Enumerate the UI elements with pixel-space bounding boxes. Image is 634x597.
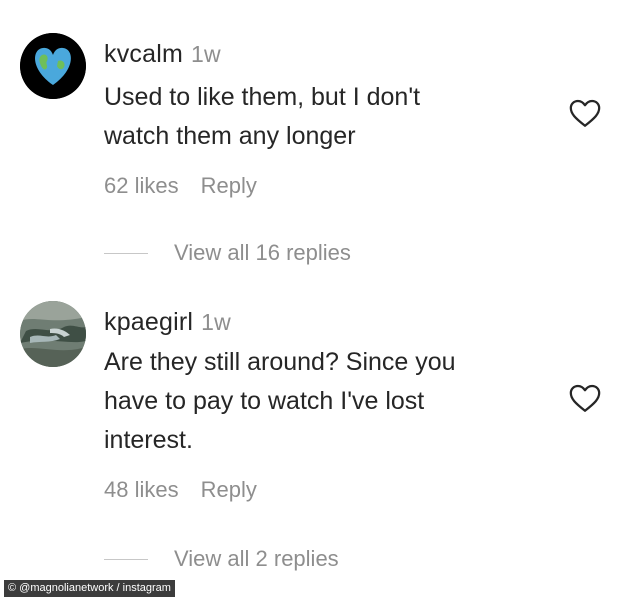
username-text[interactable]: kpaegirl bbox=[104, 308, 193, 336]
likes-count[interactable]: 48 likes bbox=[104, 477, 179, 502]
reply-button[interactable]: Reply bbox=[201, 173, 257, 198]
comment-line: watch them any longer bbox=[104, 122, 356, 150]
view-replies-button[interactable]: View all 2 replies bbox=[104, 546, 339, 572]
blue-heart-earth-icon bbox=[20, 33, 86, 99]
comment-text: Used to like them, but I don't watch the… bbox=[104, 78, 544, 156]
photo-credit: © @magnolianetwork / instagram bbox=[4, 580, 175, 597]
username[interactable]: kvcalm 1w bbox=[104, 40, 221, 69]
comment-meta: 62 likes Reply bbox=[104, 173, 257, 199]
heart-icon[interactable] bbox=[568, 381, 602, 415]
avatar[interactable] bbox=[20, 301, 86, 367]
comment-line: interest. bbox=[104, 426, 193, 454]
timestamp: 1w bbox=[201, 309, 231, 335]
reply-button[interactable]: Reply bbox=[201, 477, 257, 502]
comment-line: Used to like them, but I don't bbox=[104, 83, 421, 111]
comment-text: Are they still around? Since you have to… bbox=[104, 343, 544, 460]
avatar[interactable] bbox=[20, 33, 86, 99]
view-replies-label[interactable]: View all 2 replies bbox=[174, 546, 339, 572]
view-replies-button[interactable]: View all 16 replies bbox=[104, 240, 351, 266]
heart-icon[interactable] bbox=[568, 96, 602, 130]
view-replies-label[interactable]: View all 16 replies bbox=[174, 240, 351, 266]
divider-line bbox=[104, 558, 148, 560]
comment-meta: 48 likes Reply bbox=[104, 477, 257, 503]
username[interactable]: kpaegirl 1w bbox=[104, 308, 231, 337]
divider-line bbox=[104, 252, 148, 254]
comment-line: have to pay to watch I've lost bbox=[104, 387, 425, 415]
username-text[interactable]: kvcalm bbox=[104, 40, 183, 68]
comment-line: Are they still around? Since you bbox=[104, 348, 456, 376]
timestamp: 1w bbox=[190, 41, 221, 67]
photo-avatar bbox=[20, 301, 86, 367]
likes-count[interactable]: 62 likes bbox=[104, 173, 179, 198]
